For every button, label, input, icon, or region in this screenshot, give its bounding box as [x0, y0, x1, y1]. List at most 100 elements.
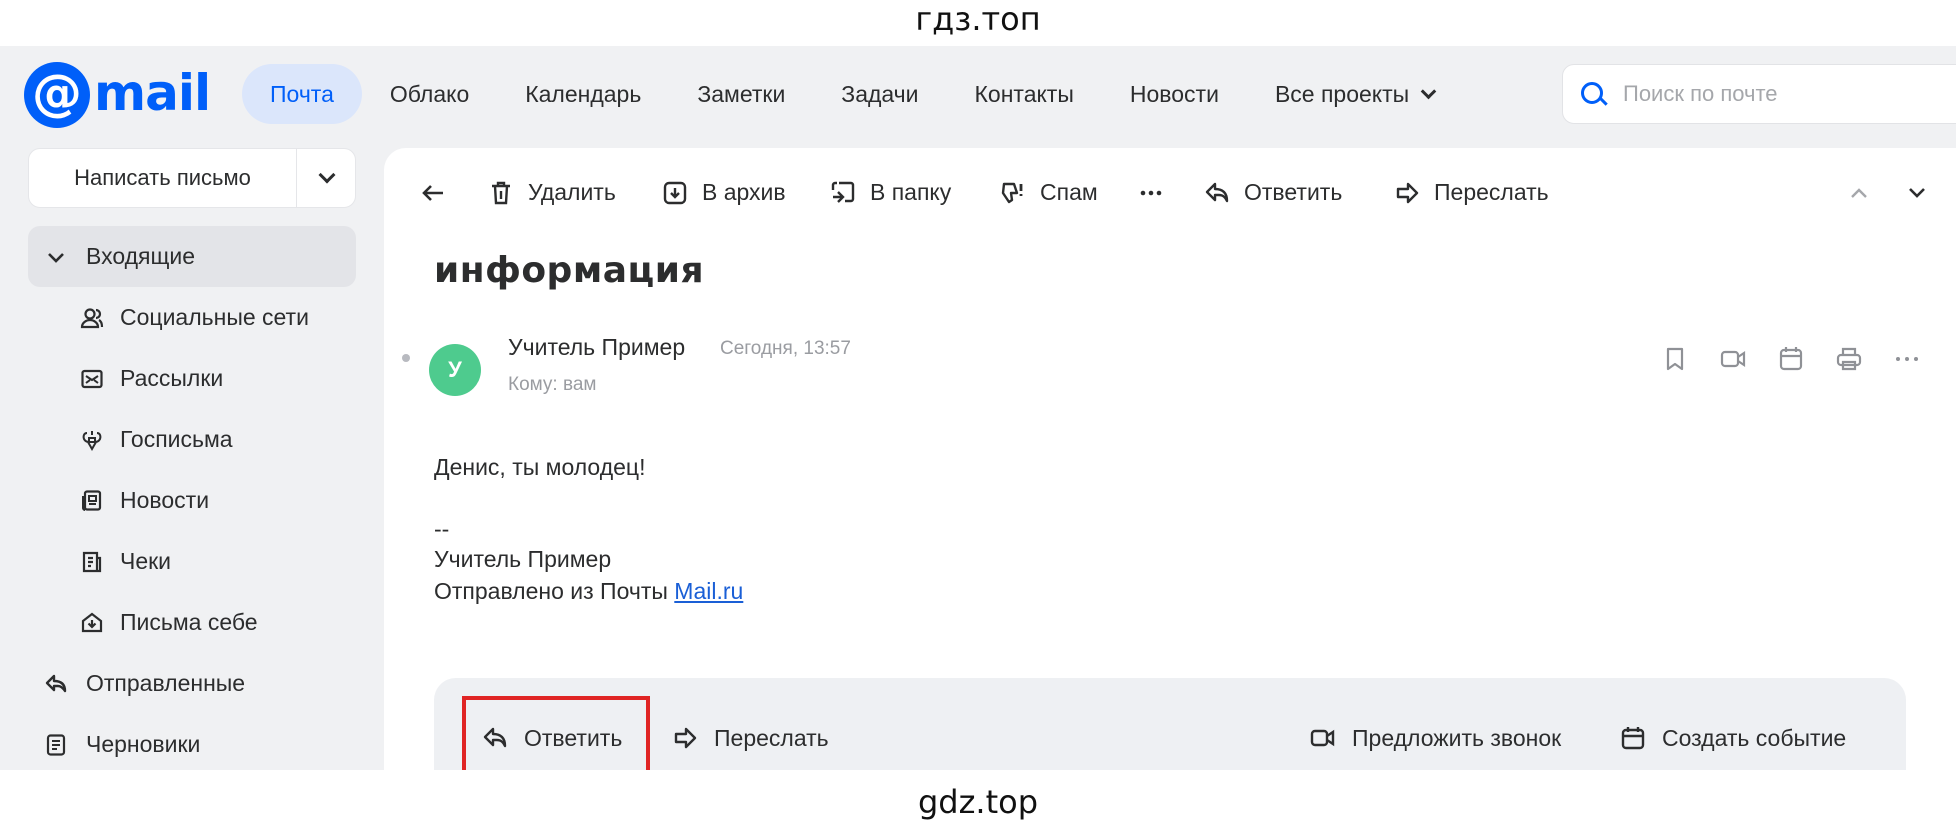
arrow-left-icon [420, 180, 446, 206]
sidebar-item-newsletters[interactable]: Рассылки [28, 348, 356, 409]
nav-news[interactable]: Новости [1102, 64, 1247, 124]
sidebar-item-label: Госписьма [120, 426, 233, 452]
self-mail-icon [80, 611, 104, 635]
nav-all-projects-label: Все проекты [1274, 81, 1410, 107]
bookmark-icon [1660, 347, 1690, 378]
sidebar-item-drafts[interactable]: Черновики [28, 714, 356, 770]
watermark-bottom: gdz.top [917, 783, 1039, 821]
nav-calendar[interactable]: Календарь [497, 64, 669, 124]
receipt-icon [80, 550, 104, 574]
signature-sent-prefix: Отправлено из Почты [434, 578, 668, 604]
message-body: Денис, ты молодец! [434, 454, 646, 480]
reply-icon [482, 725, 508, 751]
sent-icon [44, 672, 68, 696]
sidebar-item-label: Отправленные [86, 670, 246, 696]
signature-name: Учитель Пример [434, 546, 612, 572]
sidebar: Входящие Социальные сети Рассылки Госпис… [28, 226, 356, 770]
newspaper-icon [80, 489, 104, 513]
search-input[interactable] [1623, 65, 1953, 123]
chevron-down-icon [1904, 180, 1930, 206]
trash-icon [488, 180, 514, 206]
spam-label: Спам [1040, 179, 1098, 205]
signature-separator: -- [434, 516, 450, 542]
top-nav: Почта Облако Календарь Заметки Задачи Ко… [242, 64, 1462, 124]
mailru-link[interactable]: Mail.ru [674, 578, 743, 604]
reply-label: Ответить [524, 725, 623, 751]
recipient[interactable]: Кому: вам [508, 374, 596, 396]
signature-sent-from: Отправлено из Почты Mail.ru [434, 578, 743, 605]
nav-cloud[interactable]: Облако [362, 64, 497, 124]
move-label: В папку [870, 179, 952, 205]
create-event-label: Создать событие [1662, 725, 1847, 751]
nav-notes-label: Заметки [697, 81, 786, 107]
message-more-button[interactable] [1892, 344, 1922, 374]
nav-calendar-label: Календарь [525, 81, 642, 107]
forward-label: Переслать [1434, 179, 1549, 205]
nav-notes[interactable]: Заметки [669, 64, 813, 124]
logo-text: mail [94, 64, 211, 122]
sidebar-item-sent[interactable]: Отправленные [28, 653, 356, 714]
thumb-down-icon [1000, 180, 1026, 206]
compose-dropdown-button[interactable] [297, 149, 357, 207]
print-button[interactable] [1834, 344, 1864, 374]
calendar-icon [1776, 347, 1806, 378]
emblem-icon [80, 428, 104, 452]
video-call-icon [1718, 350, 1748, 378]
sidebar-item-label: Рассылки [120, 365, 224, 391]
calendar-button[interactable] [1776, 344, 1806, 374]
nav-cloud-label: Облако [389, 81, 470, 107]
compose-button-group: Написать письмо [28, 148, 356, 208]
sender-name[interactable]: Учитель Пример [508, 334, 685, 361]
nav-tasks[interactable]: Задачи [813, 64, 946, 124]
avatar[interactable]: У [429, 344, 481, 396]
sidebar-item-receipts[interactable]: Чеки [28, 531, 356, 592]
sidebar-item-news[interactable]: Новости [28, 470, 356, 531]
mail-app: mail Почта Облако Календарь Заметки Зада… [0, 46, 1956, 770]
chevron-down-icon [1420, 83, 1437, 100]
delete-label: Удалить [528, 179, 616, 205]
nav-contacts-label: Контакты [974, 81, 1074, 107]
sidebar-item-label: Чеки [120, 548, 172, 574]
search-icon [1581, 82, 1603, 104]
message-toolbar: Удалить В архив В папку Спам Ответить Пе… [384, 168, 1956, 216]
nav-contacts[interactable]: Контакты [947, 64, 1102, 124]
sidebar-item-label: Социальные сети [120, 304, 309, 330]
chevron-up-icon [1846, 180, 1872, 206]
sidebar-item-inbox[interactable]: Входящие [28, 226, 356, 287]
sidebar-item-self[interactable]: Письма себе [28, 592, 356, 653]
at-sign-icon [24, 62, 90, 128]
mail-logo[interactable]: mail [24, 62, 211, 128]
nav-mail-label: Почта [270, 81, 334, 107]
nav-mail[interactable]: Почта [242, 64, 362, 124]
sidebar-item-label: Новости [120, 487, 210, 513]
nav-news-label: Новости [1129, 81, 1219, 107]
nav-all-projects[interactable]: Все проекты [1247, 64, 1462, 124]
forward-label: Переслать [714, 725, 829, 751]
watermark-top: гдз.топ [915, 0, 1041, 38]
folder-move-icon [830, 180, 856, 206]
reply-label: Ответить [1244, 179, 1343, 205]
archive-icon [662, 180, 688, 206]
people-icon [80, 306, 104, 330]
search-box[interactable] [1562, 64, 1956, 124]
newsletter-icon [80, 367, 104, 391]
message-subject: информация [434, 250, 705, 291]
calendar-icon [1620, 725, 1646, 751]
forward-icon [1394, 180, 1420, 206]
sidebar-item-label: Письма себе [120, 609, 258, 635]
quick-reply-bar: Ответить Переслать Предложить звонок Соз… [434, 678, 1906, 770]
video-call-button[interactable] [1718, 344, 1748, 374]
bookmark-button[interactable] [1660, 344, 1690, 374]
unread-dot[interactable] [402, 354, 410, 362]
printer-icon [1834, 347, 1864, 378]
compose-button[interactable]: Написать письмо [29, 149, 297, 207]
sidebar-item-label: Входящие [86, 243, 196, 269]
sidebar-item-social[interactable]: Социальные сети [28, 287, 356, 348]
message-time: Сегодня, 13:57 [720, 338, 851, 359]
more-dots-icon [1138, 180, 1164, 206]
chevron-down-icon [44, 245, 68, 269]
sidebar-item-government[interactable]: Госписьма [28, 409, 356, 470]
nav-tasks-label: Задачи [841, 81, 919, 107]
more-dots-icon [1892, 357, 1922, 378]
message-panel: Удалить В архив В папку Спам Ответить Пе… [384, 148, 1956, 770]
